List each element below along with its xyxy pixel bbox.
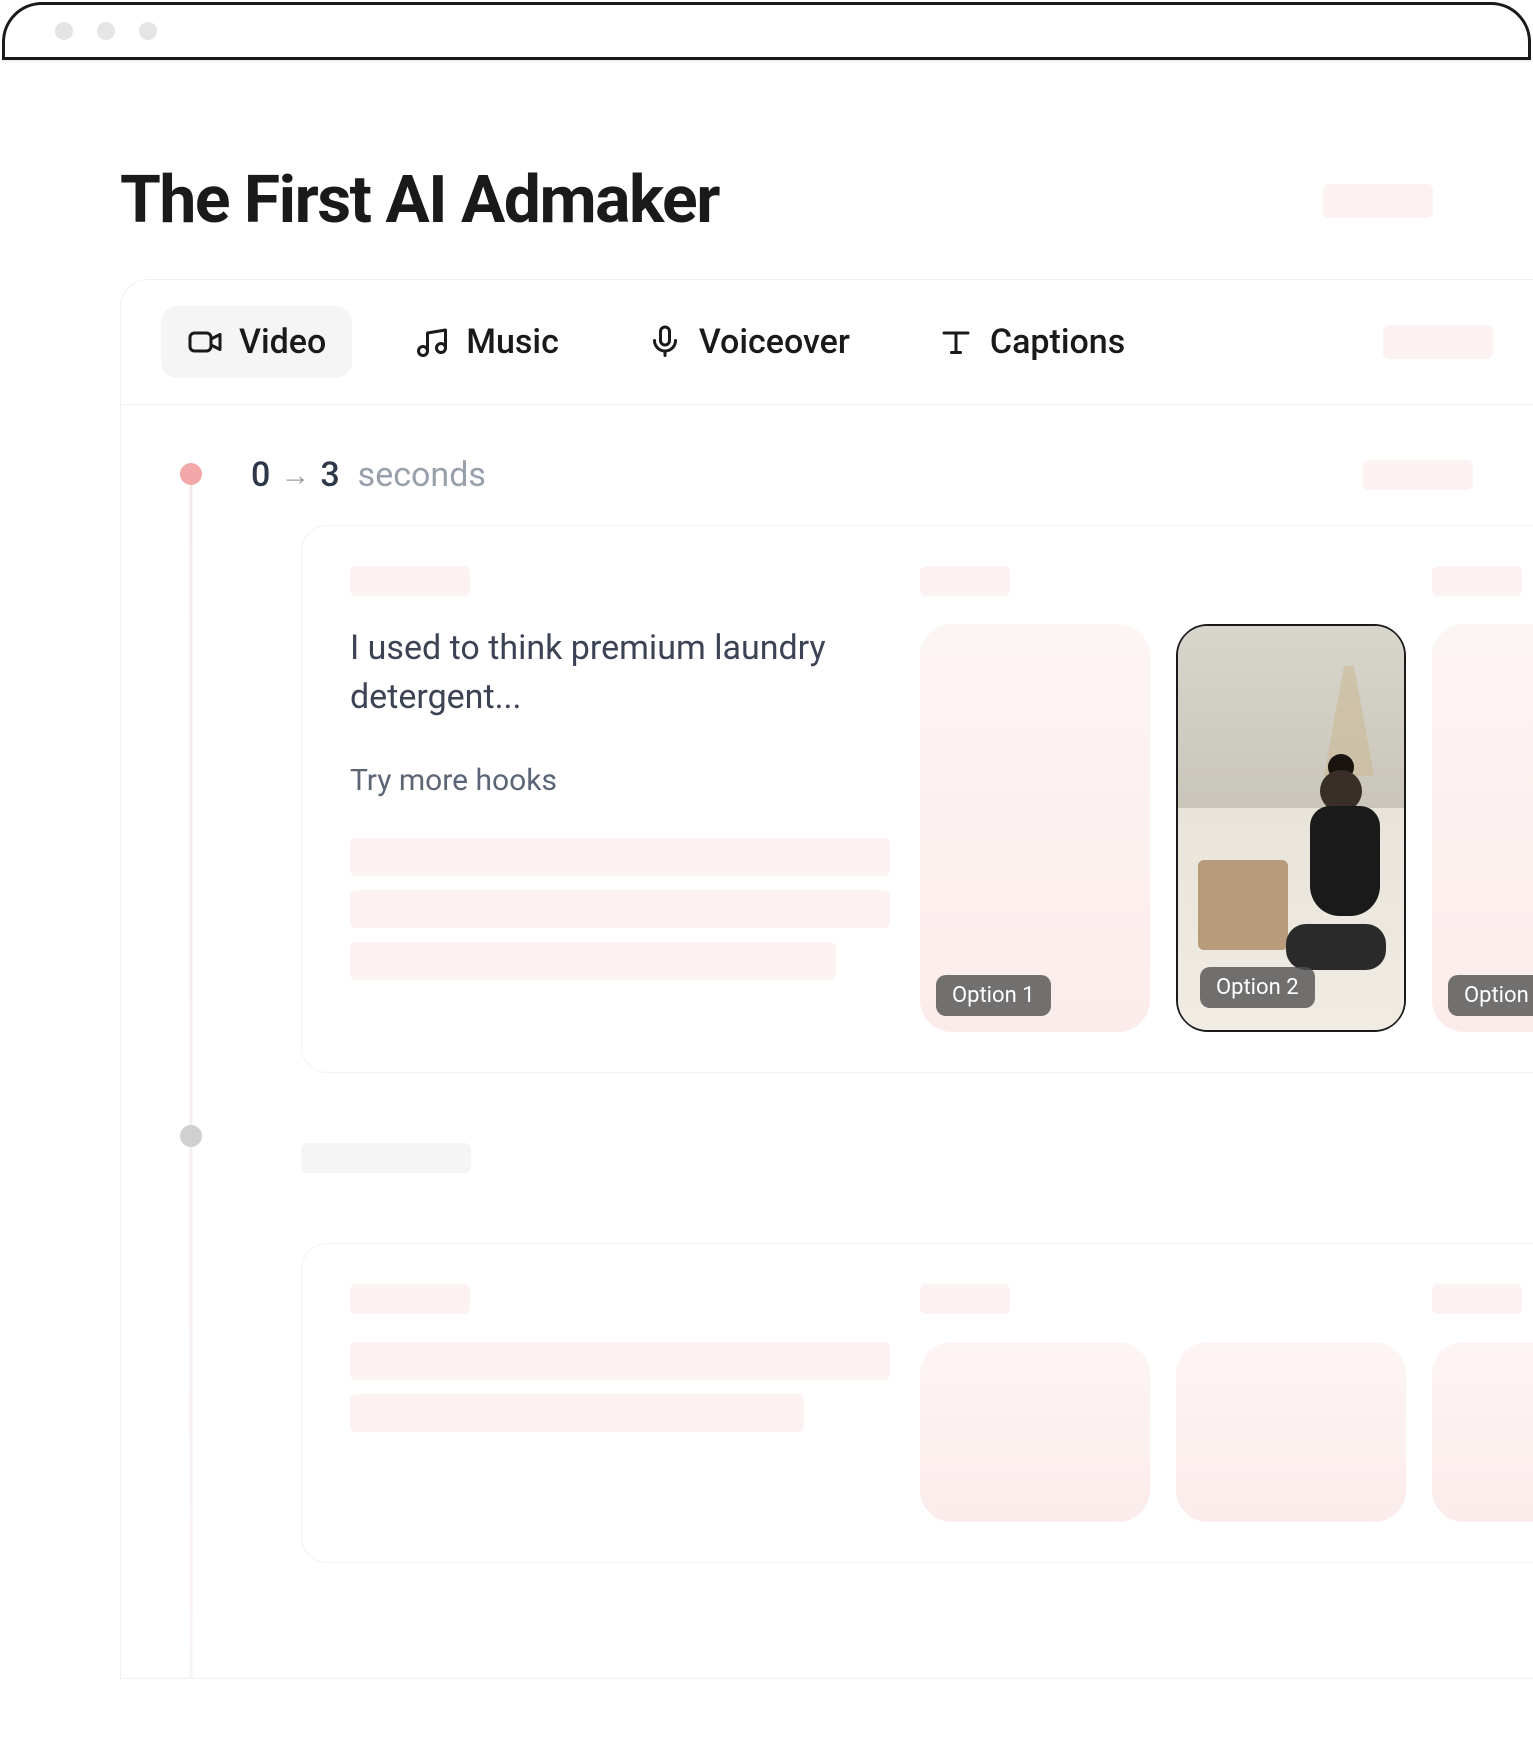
title-row: The First AI Admaker bbox=[0, 62, 1533, 279]
try-more-hooks-link[interactable]: Try more hooks bbox=[350, 763, 890, 798]
segment-header: 0 → 3 seconds bbox=[251, 455, 486, 495]
page-title: The First AI Admaker bbox=[120, 162, 719, 239]
label-placeholder bbox=[350, 566, 470, 596]
hook-suggestion-placeholder[interactable] bbox=[350, 890, 890, 928]
video-camera-icon bbox=[187, 324, 223, 360]
segment-2-header-placeholder bbox=[301, 1143, 471, 1173]
music-note-icon bbox=[414, 324, 450, 360]
tabs-action-placeholder bbox=[1383, 325, 1493, 359]
tab-label: Video bbox=[239, 322, 326, 362]
video-option-1[interactable]: Option 1 bbox=[920, 624, 1150, 1032]
option-header-placeholder bbox=[920, 566, 1010, 596]
tabs-bar: Video Music bbox=[121, 280, 1533, 405]
video-option-column: Option 3 bbox=[1432, 566, 1533, 1032]
video-option-placeholder[interactable] bbox=[1176, 1342, 1406, 1522]
timeline-dot-inactive[interactable] bbox=[180, 1125, 202, 1147]
hook-suggestion-placeholder[interactable] bbox=[350, 838, 890, 876]
window-control-close[interactable] bbox=[55, 22, 73, 40]
segment-end: 3 bbox=[320, 455, 339, 495]
tab-label: Voiceover bbox=[699, 322, 850, 362]
tab-video[interactable]: Video bbox=[161, 306, 352, 378]
option-badge: Option 1 bbox=[936, 975, 1051, 1016]
option-header-placeholder bbox=[920, 1284, 1010, 1314]
video-options-row: Option 1 bbox=[920, 566, 1533, 1032]
arrow-right-icon: → bbox=[280, 458, 310, 493]
segment-card-placeholder bbox=[301, 1243, 1533, 1563]
segment-time-range: 0 → 3 bbox=[251, 455, 340, 495]
text-placeholder bbox=[350, 1394, 804, 1432]
video-option-3[interactable]: Option 3 bbox=[1432, 624, 1533, 1032]
tab-voiceover[interactable]: Voiceover bbox=[621, 306, 876, 378]
video-option-placeholder[interactable] bbox=[1432, 1342, 1533, 1522]
text-icon bbox=[938, 324, 974, 360]
option-header-placeholder bbox=[1432, 1284, 1522, 1314]
video-option-column bbox=[1432, 1284, 1533, 1522]
segment-unit: seconds bbox=[358, 455, 486, 495]
video-option-column bbox=[1176, 1284, 1406, 1522]
segment-action-placeholder bbox=[1363, 460, 1473, 490]
microphone-icon bbox=[647, 324, 683, 360]
main-panel: Video Music bbox=[120, 279, 1533, 1679]
window-chrome bbox=[2, 2, 1531, 60]
option-badge: Option 3 bbox=[1448, 975, 1533, 1016]
segment-start: 0 bbox=[251, 455, 270, 495]
timeline-body: 0 → 3 seconds I used to think premium la… bbox=[121, 405, 1533, 1563]
video-option-column bbox=[920, 1284, 1150, 1522]
timeline-line bbox=[190, 475, 193, 1679]
tab-label: Music bbox=[466, 322, 559, 362]
video-option-2-selected[interactable]: Option 2 bbox=[1176, 624, 1406, 1032]
tab-label: Captions bbox=[990, 322, 1125, 362]
timeline-dot-active[interactable] bbox=[180, 463, 202, 485]
option-header-placeholder bbox=[1432, 566, 1522, 596]
video-option-column: Option 1 bbox=[920, 566, 1150, 1032]
tabs-list: Video Music bbox=[161, 306, 1151, 378]
tab-music[interactable]: Music bbox=[388, 306, 585, 378]
title-action-placeholder bbox=[1323, 184, 1433, 218]
segment-text-column bbox=[350, 1284, 890, 1522]
option-badge: Option 2 bbox=[1200, 967, 1315, 1008]
segment-header-row: 0 → 3 seconds bbox=[191, 455, 1533, 495]
window-control-zoom[interactable] bbox=[139, 22, 157, 40]
hook-text: I used to think premium laundry detergen… bbox=[350, 624, 890, 723]
segment-card: I used to think premium laundry detergen… bbox=[301, 525, 1533, 1073]
tab-captions[interactable]: Captions bbox=[912, 306, 1151, 378]
window-control-minimize[interactable] bbox=[97, 22, 115, 40]
video-options-row bbox=[920, 1284, 1533, 1522]
video-option-column: Option 2 bbox=[1176, 566, 1406, 1032]
segment-text-column: I used to think premium laundry detergen… bbox=[350, 566, 890, 1032]
label-placeholder bbox=[350, 1284, 470, 1314]
hook-suggestion-placeholder[interactable] bbox=[350, 942, 836, 980]
text-placeholder bbox=[350, 1342, 890, 1380]
video-option-placeholder[interactable] bbox=[920, 1342, 1150, 1522]
